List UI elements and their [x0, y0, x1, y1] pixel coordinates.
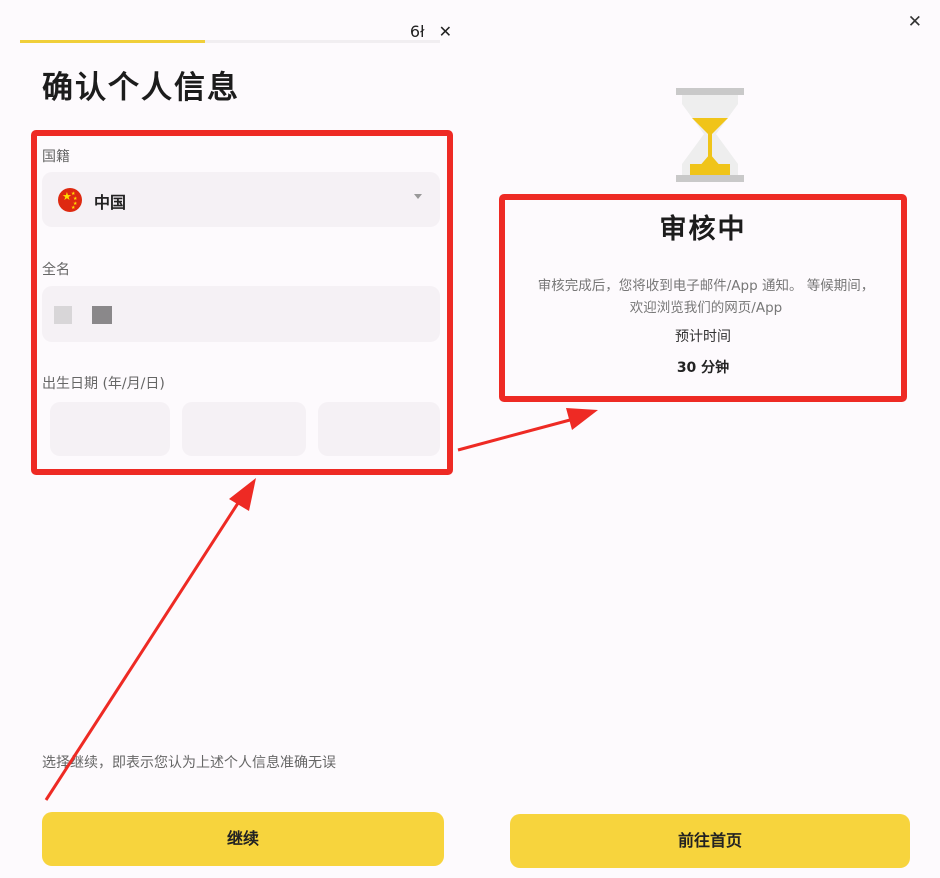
header-actions: 6ł ✕	[410, 22, 452, 42]
confirmation-notice: 选择继续，即表示您认为上述个人信息准确无误	[42, 755, 336, 771]
page-title: 确认个人信息	[42, 70, 240, 106]
annotation-highlight-box	[31, 130, 453, 475]
close-icon[interactable]: ✕	[439, 22, 452, 42]
step-progress-fill	[20, 40, 205, 43]
confirm-info-screen: 6ł ✕ 确认个人信息 国籍 ★ ★ ★ ★ ★ 中国 全名 出生日期 (年/月…	[0, 0, 466, 878]
hourglass-icon	[676, 88, 744, 182]
review-pending-screen: ✕ 审核中 审核完成后，您将收到电子邮件/App 通知。 等候期间， 欢迎浏览我…	[466, 0, 940, 878]
support-icon[interactable]: 6ł	[410, 22, 425, 42]
continue-button[interactable]: 继续	[42, 812, 444, 866]
go-home-button[interactable]: 前往首页	[510, 814, 910, 868]
close-icon[interactable]: ✕	[908, 12, 922, 32]
annotation-highlight-box	[499, 194, 907, 402]
step-progress-bar	[20, 40, 440, 43]
